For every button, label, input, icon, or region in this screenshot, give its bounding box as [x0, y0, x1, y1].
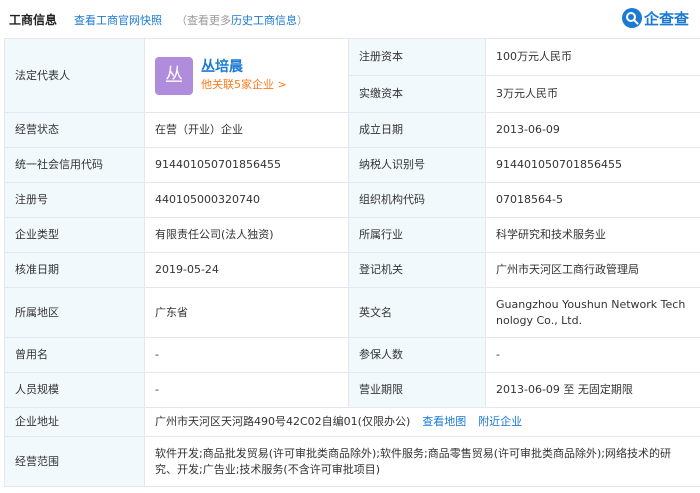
- staff-size-label: 人员规模: [4, 372, 145, 408]
- taxpayer-id-label: 纳税人识别号: [348, 147, 486, 183]
- established-label: 成立日期: [348, 112, 486, 148]
- paid-capital-label: 实缴资本: [348, 75, 486, 113]
- address-cell: 广州市天河区天河路490号42C02自编01(仅限办公) 查看地图 附近企业: [144, 407, 700, 437]
- org-code-label: 组织机构代码: [348, 182, 486, 218]
- qichacha-logo[interactable]: 企查查: [622, 7, 689, 29]
- established-value: 2013-06-09: [485, 112, 700, 148]
- section-header: 工商信息 查看工商官网快照 （查看更多历史工商信息） 企查查: [0, 0, 700, 38]
- former-name-value: -: [144, 337, 349, 373]
- authority-label: 登记机关: [348, 252, 486, 288]
- legal-rep-assoc-link[interactable]: 他关联5家企业 >: [201, 77, 287, 93]
- region-label: 所属地区: [4, 287, 145, 338]
- view-map-link[interactable]: 查看地图: [422, 415, 466, 428]
- reg-no-label: 注册号: [4, 182, 145, 218]
- insured-label: 参保人数: [348, 337, 486, 373]
- english-name-label: 英文名: [348, 287, 486, 338]
- scope-label: 经营范围: [4, 436, 145, 487]
- legal-rep-name[interactable]: 丛培晨: [201, 58, 287, 76]
- official-snapshot-link[interactable]: 查看工商官网快照: [74, 12, 162, 28]
- company-type-value: 有限责任公司(法人独资): [144, 217, 349, 253]
- credit-code-value: 914401050701856455: [144, 147, 349, 183]
- former-name-label: 曾用名: [4, 337, 145, 373]
- scope-value: 软件开发;商品批发贸易(许可审批类商品除外);软件服务;商品零售贸易(许可审批类…: [144, 436, 700, 487]
- term-label: 营业期限: [348, 372, 486, 408]
- company-type-label: 企业类型: [4, 217, 145, 253]
- legal-rep-avatar: 丛: [155, 56, 193, 95]
- english-name-value: Guangzhou Youshun Network Technology Co.…: [485, 287, 700, 338]
- paid-capital-value: 3万元人民币: [485, 75, 700, 113]
- nearby-companies-link[interactable]: 附近企业: [478, 415, 522, 428]
- reg-no-value: 440105000320740: [144, 182, 349, 218]
- approval-date-label: 核准日期: [4, 252, 145, 288]
- staff-size-value: -: [144, 372, 349, 408]
- industry-label: 所属行业: [348, 217, 486, 253]
- reg-capital-label: 注册资本: [348, 38, 486, 76]
- status-label: 经营状态: [4, 112, 145, 148]
- address-label: 企业地址: [4, 407, 145, 437]
- legal-rep-cell: 丛 丛培晨 他关联5家企业 >: [144, 38, 349, 113]
- credit-code-label: 统一社会信用代码: [4, 147, 145, 183]
- reg-capital-value: 100万元人民币: [485, 38, 700, 76]
- taxpayer-id-value: 914401050701856455: [485, 147, 700, 183]
- history-info-hint: （查看更多历史工商信息）: [176, 12, 308, 28]
- authority-value: 广州市天河区工商行政管理局: [485, 252, 700, 288]
- section-title: 工商信息: [9, 13, 58, 27]
- insured-value: -: [485, 337, 700, 373]
- org-code-value: 07018564-5: [485, 182, 700, 218]
- logo-text: 企查查: [644, 9, 690, 28]
- address-value: 广州市天河区天河路490号42C02自编01(仅限办公): [155, 415, 411, 428]
- business-info-table: 法定代表人 丛 丛培晨 他关联5家企业 > 注册资本 100万元人民币 实缴资本…: [4, 38, 700, 487]
- qichacha-logo-icon: [622, 8, 642, 28]
- history-suffix: ）: [297, 14, 308, 27]
- region-value: 广东省: [144, 287, 349, 338]
- legal-rep-label: 法定代表人: [4, 38, 145, 113]
- status-value: 在营（开业）企业: [144, 112, 349, 148]
- term-value: 2013-06-09 至 无固定期限: [485, 372, 700, 408]
- history-prefix: （查看更多: [176, 14, 231, 27]
- history-info-link[interactable]: 历史工商信息: [231, 14, 297, 27]
- industry-value: 科学研究和技术服务业: [485, 217, 700, 253]
- approval-date-value: 2019-05-24: [144, 252, 349, 288]
